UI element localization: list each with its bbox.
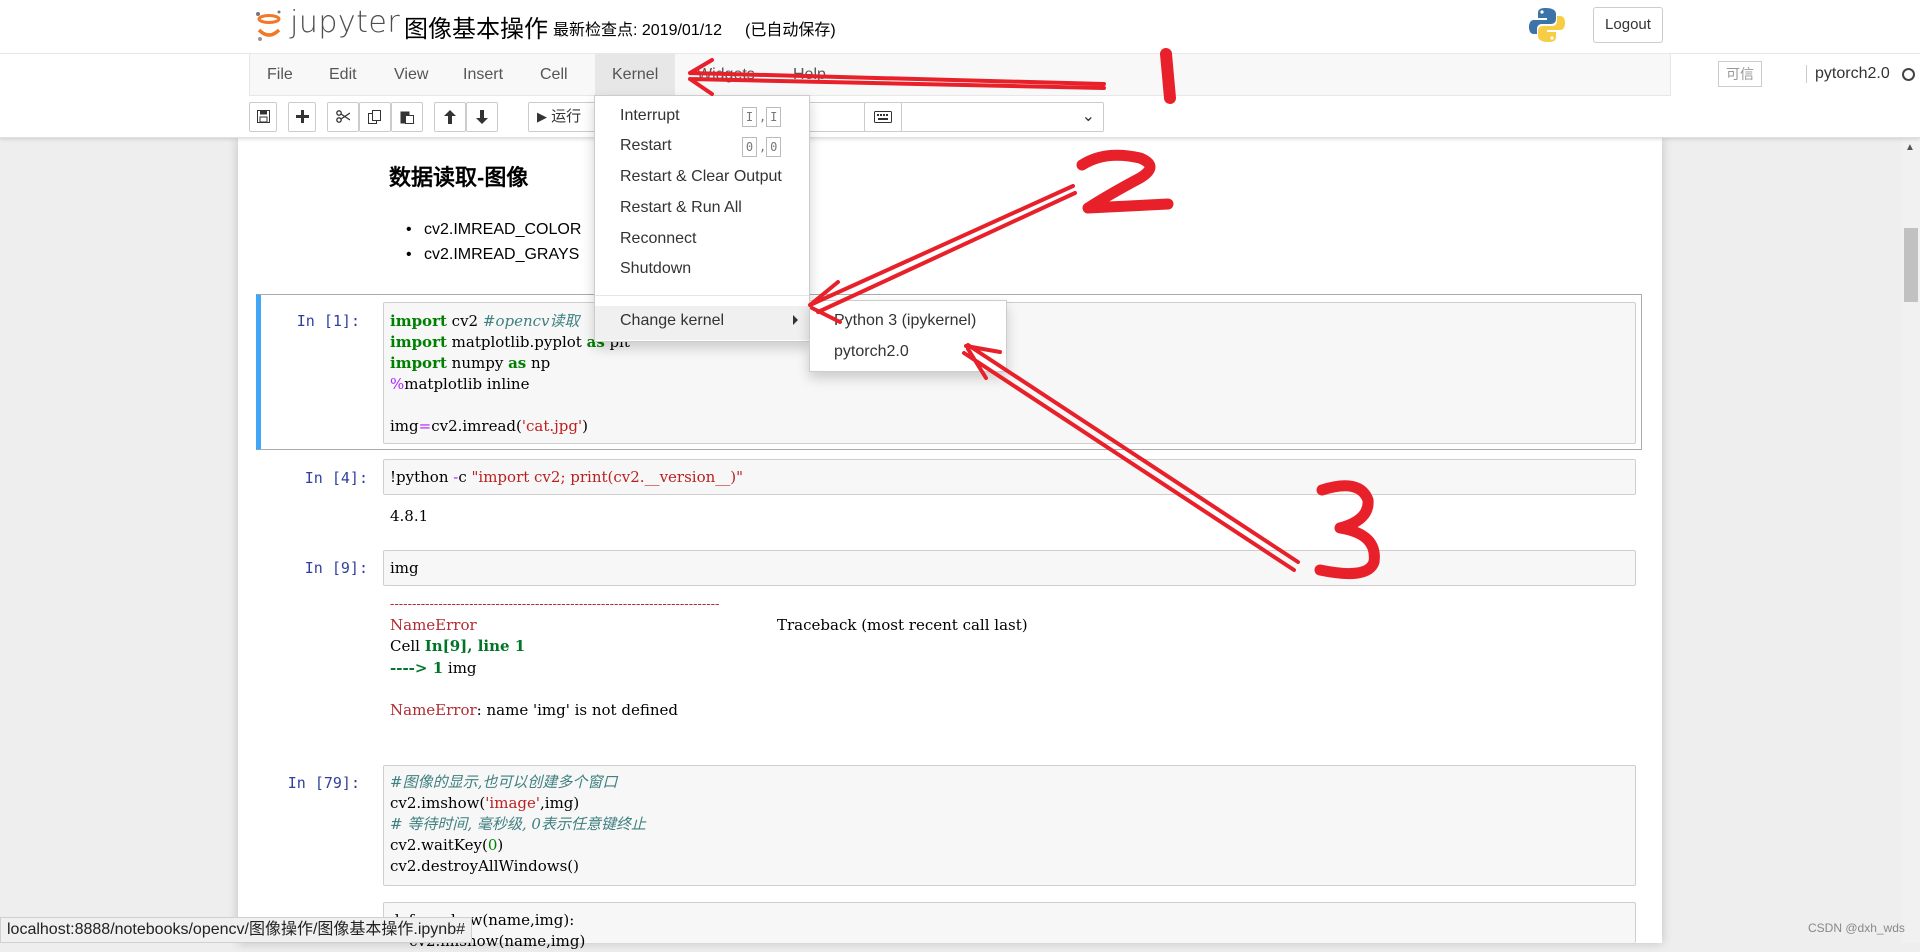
code-line: cv2.destroyAllWindows() [390, 857, 579, 875]
logout-button[interactable]: Logout [1593, 7, 1663, 43]
checkpoint-status: 最新检查点: 2019/01/12 [553, 22, 722, 39]
run-button[interactable]: ▶ 运行 [528, 102, 598, 132]
code-line: # 等待时间, 毫秒级, 0表示任意键终止 [390, 815, 646, 833]
menu-file[interactable]: File [250, 54, 310, 96]
cell-type-select[interactable]: ⌄ [804, 102, 1104, 132]
code-input[interactable]: #图像的显示,也可以创建多个窗口 cv2.imshow('image',img)… [383, 765, 1636, 886]
cell-prompt: In [1]: [296, 312, 360, 330]
kernel-name[interactable]: pytorch2.0 [1806, 65, 1890, 83]
copy-button[interactable] [359, 102, 391, 132]
code-line: %matplotlib inline [390, 375, 530, 393]
run-label: 运行 [551, 108, 582, 125]
chevron-right-icon [793, 315, 798, 325]
code-line: !python -c "import cv2; print(cv2.__vers… [390, 468, 744, 486]
python-logo-icon [1529, 8, 1565, 42]
chevron-down-icon: ⌄ [1081, 108, 1095, 125]
code-line: cv2.waitKey(0) [390, 836, 504, 854]
paste-button[interactable] [391, 102, 423, 132]
notebook-title[interactable]: 图像基本操作 [404, 9, 548, 44]
error-name: NameError [390, 616, 477, 634]
menu-view[interactable]: View [377, 54, 445, 96]
code-input[interactable]: !python -c "import cv2; print(cv2.__vers… [383, 459, 1636, 495]
code-input[interactable]: import cv2 #opencv读取 import matplotlib.p… [383, 302, 1636, 444]
copy-icon [368, 110, 381, 124]
menu-insert[interactable]: Insert [446, 54, 520, 96]
interrupt-shortcut: I,I [742, 107, 783, 127]
autosave-status: (已自动保存) [745, 22, 836, 39]
menubar: File Edit View Insert Cell Kernel Widget… [249, 54, 1915, 96]
traceback-line: ----> 1 img [390, 659, 477, 677]
error-separator: ----------------------------------------… [390, 597, 720, 612]
code-line: import cv2 #opencv读取 [390, 312, 580, 330]
header-row: jupyter 图像基本操作 最新检查点: 2019/01/12 (已自动保存)… [0, 0, 1920, 54]
markdown-list: cv2.IMREAD_COLOR cv2.IMREAD_GRAYS [406, 217, 581, 267]
menu-edit[interactable]: Edit [312, 54, 374, 96]
scrollbar-thumb[interactable] [1904, 228, 1918, 302]
trusted-indicator[interactable]: 可信 [1718, 61, 1762, 87]
menu-help[interactable]: Help [776, 54, 843, 96]
menu-item-interrupt[interactable]: Interrupt [620, 107, 680, 125]
command-palette-button[interactable] [864, 102, 902, 132]
code-line: cv2.imshow('image',img) [390, 794, 580, 812]
save-button[interactable] [249, 102, 277, 132]
code-line: import numpy as np [390, 354, 551, 372]
menu-item-restart-clear[interactable]: Restart & Clear Output [620, 168, 782, 186]
code-line: img=cv2.imread('cat.jpg') [390, 417, 588, 435]
menu-item-change-kernel[interactable]: Change kernel [620, 312, 724, 330]
code-line: img [390, 559, 419, 577]
cell-prompt: In [79]: [287, 774, 360, 792]
arrow-up-icon [444, 110, 456, 124]
menu-item-shutdown[interactable]: Shutdown [620, 260, 691, 278]
notebook-header: jupyter 图像基本操作 最新检查点: 2019/01/12 (已自动保存)… [0, 0, 1920, 138]
menu-cell[interactable]: Cell [523, 54, 585, 96]
markdown-heading: 数据读取-图像 [389, 165, 529, 190]
menu-kernel[interactable]: Kernel [595, 54, 676, 96]
save-icon [256, 110, 270, 123]
list-item: cv2.IMREAD_COLOR [406, 217, 581, 242]
watermark: CSDN @dxh_wds [1808, 921, 1905, 935]
kernel-option-pytorch[interactable]: pytorch2.0 [834, 343, 909, 361]
plus-icon [295, 110, 309, 123]
cut-icon [336, 110, 351, 123]
change-kernel-submenu: Python 3 (ipykernel) pytorch2.0 [809, 300, 1007, 372]
cell-prompt: In [4]: [304, 469, 368, 487]
menu-divider [595, 295, 809, 296]
move-down-button[interactable] [466, 102, 498, 132]
menu-item-restart[interactable]: Restart [620, 137, 672, 155]
insert-cell-button[interactable] [288, 102, 316, 132]
restart-shortcut: 0,0 [742, 137, 783, 157]
keyboard-icon [874, 111, 892, 123]
logo-text: jupyter [290, 5, 401, 40]
kernel-menu: Interrupt I,I Restart 0,0 Restart & Clea… [594, 95, 810, 342]
menu-item-restart-run-all[interactable]: Restart & Run All [620, 199, 742, 217]
cut-button[interactable] [327, 102, 359, 132]
code-input[interactable]: img [383, 550, 1636, 586]
toolbar: ▶ 运行 ⌄ [249, 100, 1671, 136]
menu-widgets[interactable]: Widgets [680, 54, 772, 96]
paste-icon [400, 111, 414, 124]
scroll-up-icon[interactable]: ▲ [1905, 142, 1915, 153]
traceback-location: Cell In[9], line 1 [390, 637, 526, 655]
kernel-status-icon [1902, 68, 1915, 81]
arrow-down-icon [476, 110, 488, 124]
code-input[interactable]: def cv_show(name,img): cv2.imshow(name,i… [383, 902, 1636, 950]
kernel-option-python3[interactable]: Python 3 (ipykernel) [834, 312, 976, 330]
list-item: cv2.IMREAD_GRAYS [406, 242, 581, 267]
code-line: #图像的显示,也可以创建多个窗口 [390, 773, 618, 791]
move-up-button[interactable] [434, 102, 466, 132]
cell-output: 4.8.1 [390, 507, 429, 525]
play-icon: ▶ [537, 109, 547, 124]
status-bar-url: localhost:8888/notebooks/opencv/图像操作/图像基… [0, 917, 472, 943]
cell-prompt: In [9]: [304, 559, 368, 577]
error-message: NameError: name 'img' is not defined [390, 701, 678, 719]
menu-item-reconnect[interactable]: Reconnect [620, 230, 697, 248]
traceback-header: Traceback (most recent call last) [777, 616, 1028, 634]
